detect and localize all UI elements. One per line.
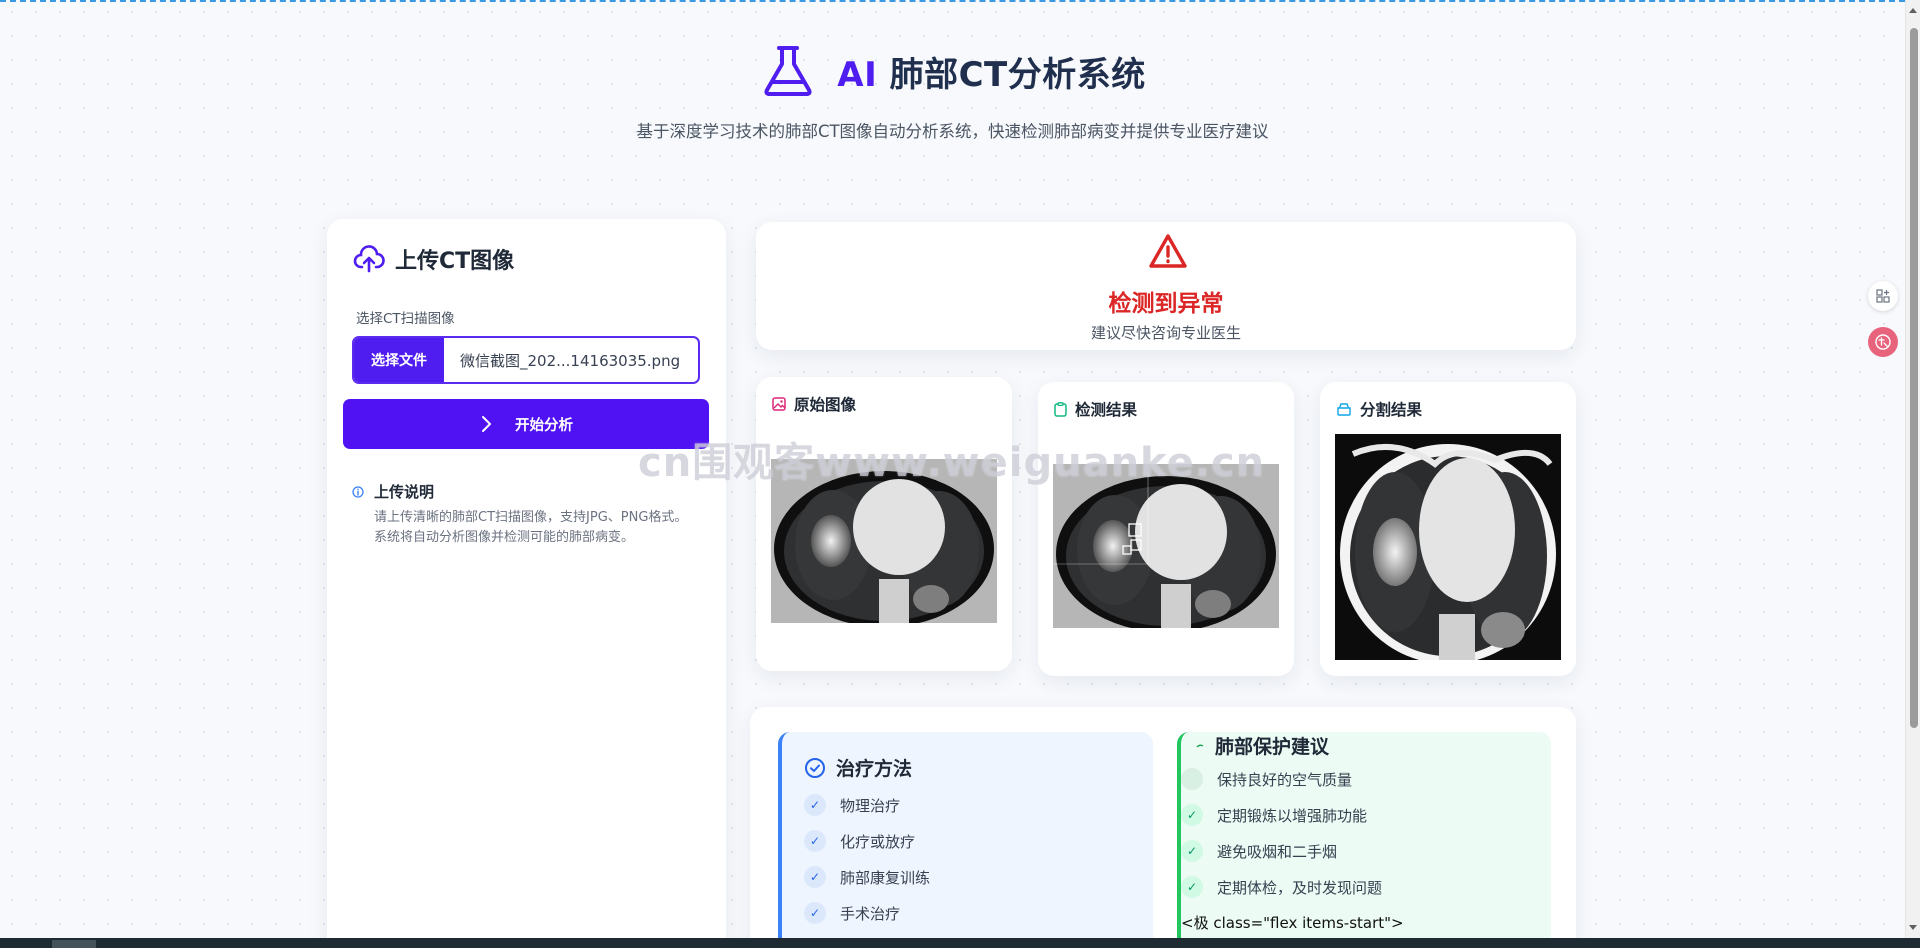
protection-header: 肺部保护建议 <box>1195 732 1329 759</box>
top-dashed-border <box>0 0 1905 4</box>
upload-title: 上传CT图像 <box>395 249 515 274</box>
original-image-card: 原始图像 <box>756 377 1012 671</box>
detection-result-title-row: 检测结果 <box>1054 398 1137 420</box>
check-icon: ✓ <box>804 866 826 888</box>
check-icon: ✓ <box>804 794 826 816</box>
check-icon: ✓ <box>1181 804 1203 826</box>
upload-title-row: 上传CT图像 <box>353 243 514 275</box>
protection-item-label: 保持良好的空气质量 <box>1217 770 1353 789</box>
check-icon: ✓ <box>804 830 826 852</box>
image-icon <box>772 397 786 411</box>
alert-subtitle: 建议尽快咨询专业医生 <box>1090 324 1241 342</box>
advice-card: 治疗方法 ✓ 物理治疗 ✓ 化疗或放疗 ✓ 肺部康复训练 ✓ 手术治疗 肺部保护建议 保… <box>750 707 1576 948</box>
scrollbar-thumb[interactable] <box>1910 28 1918 728</box>
check-circle-icon <box>805 757 825 778</box>
title-rest: 肺部CT分析系统 <box>877 54 1146 95</box>
check-icon: ✓ <box>1181 876 1203 898</box>
segmentation-result-title-row: 分割结果 <box>1336 398 1422 420</box>
protection-item: ✓ 避免吸烟和二手烟 <box>1181 840 1337 862</box>
alert-title: 检测到异常 <box>1108 291 1224 317</box>
treatment-item: ✓ 物理治疗 <box>804 794 900 816</box>
upload-card: 上传CT图像 选择CT扫描图像 选择文件 微信截图_202...14163035… <box>327 219 726 948</box>
protection-item-label: 避免吸烟和二手烟 <box>1217 842 1338 861</box>
protection-item: ✓ 定期体检，及时发现问题 <box>1181 876 1382 898</box>
protection-title: 肺部保护建议 <box>1215 736 1330 758</box>
treatment-item: ✓ 手术治疗 <box>804 902 900 924</box>
page-header: AI 肺部CT分析系统 基于深度学习技术的肺部CT图像自动分析系统，快速检测肺部… <box>0 40 1905 146</box>
protection-item: ✓ 定期锻炼以增强肺功能 <box>1181 804 1367 826</box>
layers-icon <box>1337 403 1351 416</box>
treatment-item-label: 物理治疗 <box>840 796 901 815</box>
upload-note: 上传说明 请上传清晰的肺部CT扫描图像，支持JPG、PNG格式。系统将自动分析图… <box>352 481 692 548</box>
scroll-down-arrow[interactable] <box>1909 925 1917 930</box>
file-field-label: 选择CT扫描图像 <box>356 311 455 327</box>
taskbar <box>0 938 1920 948</box>
treatment-item-label: 化疗或放疗 <box>840 832 916 851</box>
watermark: cn围观客www.weiguanke.cn <box>638 440 1266 486</box>
raw-markup-text: <极 class="flex items-start"> <box>1181 914 1404 932</box>
upload-note-title: 上传说明 <box>374 483 435 501</box>
taskbar-item[interactable] <box>52 940 96 948</box>
treatment-item: ✓ 肺部康复训练 <box>804 866 930 888</box>
segmentation-result-card: 分割结果 <box>1320 382 1576 676</box>
scroll-up-arrow[interactable] <box>1909 8 1917 13</box>
check-icon <box>1181 768 1203 790</box>
translate-button[interactable] <box>1868 327 1898 357</box>
title-row: AI 肺部CT分析系统 <box>0 40 1905 102</box>
page-subtitle: 基于深度学习技术的肺部CT图像自动分析系统，快速检测肺部病变并提供专业医疗建议 <box>636 122 1269 141</box>
vertical-scrollbar[interactable] <box>1905 0 1920 938</box>
treatment-title: 治疗方法 <box>836 758 913 780</box>
treatment-item-label: 手术治疗 <box>840 904 901 923</box>
check-icon: ✓ <box>1181 840 1203 862</box>
upload-note-body: 请上传清晰的肺部CT扫描图像，支持JPG、PNG格式。系统将自动分析图像并检测可… <box>374 510 688 545</box>
segmentation-ct-image <box>1335 434 1561 660</box>
chevron-right-icon <box>482 416 491 432</box>
choose-file-button[interactable]: 选择文件 <box>354 338 444 382</box>
treatment-header: 治疗方法 <box>804 754 912 781</box>
segmentation-result-title: 分割结果 <box>1360 401 1423 419</box>
detection-result-card: 检测结果 <box>1038 382 1294 676</box>
check-icon: ✓ <box>804 902 826 924</box>
page-title: AI 肺部CT分析系统 <box>837 47 1145 96</box>
file-input[interactable]: 选择文件 微信截图_202...14163035.png <box>352 336 700 384</box>
detection-ct-image <box>1053 464 1279 628</box>
title-ai: AI <box>837 54 878 95</box>
treatment-item: ✓ 化疗或放疗 <box>804 830 915 852</box>
file-name: 微信截图_202...14163035.png <box>460 351 681 370</box>
treatment-section: 治疗方法 ✓ 物理治疗 ✓ 化疗或放疗 ✓ 肺部康复训练 ✓ 手术治疗 <box>778 732 1153 948</box>
clipboard-icon <box>1054 401 1067 417</box>
protection-item-label: 定期体检，及时发现问题 <box>1217 878 1383 897</box>
warning-triangle-icon <box>1149 234 1187 268</box>
original-image-title-row: 原始图像 <box>772 393 856 415</box>
start-analysis-label: 开始分析 <box>515 417 573 434</box>
treatment-item-label: 肺部康复训练 <box>840 868 931 887</box>
flask-icon <box>764 46 812 96</box>
original-image-title: 原始图像 <box>794 396 857 414</box>
alert-card: 检测到异常 建议尽快咨询专业医生 <box>756 222 1576 350</box>
protection-item: 保持良好的空气质量 <box>1181 768 1352 790</box>
cloud-upload-icon <box>353 245 385 273</box>
apps-icon <box>1876 289 1890 303</box>
info-icon <box>352 485 364 498</box>
translate-icon <box>1875 334 1891 350</box>
detection-result-title: 检测结果 <box>1075 401 1138 419</box>
leaf-icon <box>1196 744 1204 747</box>
protection-item-label: 定期锻炼以增强肺功能 <box>1217 806 1368 825</box>
apps-button[interactable] <box>1868 281 1898 311</box>
protection-section: 肺部保护建议 保持良好的空气质量 ✓ 定期锻炼以增强肺功能 ✓ 避免吸烟和二手烟 ✓… <box>1177 732 1551 948</box>
